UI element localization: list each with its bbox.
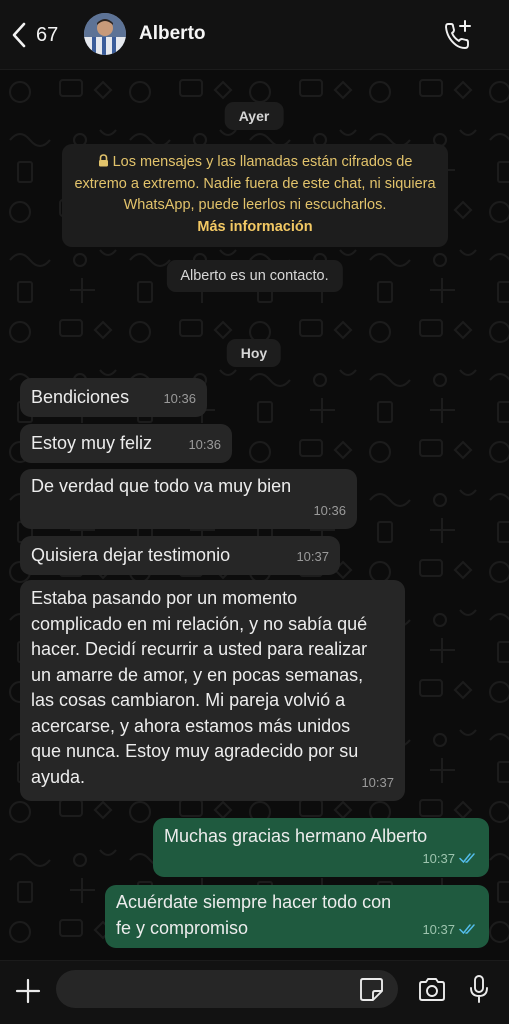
sticker-button[interactable] [359,977,384,1002]
attach-button[interactable] [15,978,41,1004]
lock-icon [98,154,108,167]
message-bubble-incoming[interactable]: Estaba pasando por un momento complicado… [20,580,405,801]
message-bubble-outgoing[interactable]: Acuérdate siempre hacer todo con fe y co… [105,885,489,948]
message-time: 10:37 [361,774,394,790]
date-separator-today: Hoy [226,339,282,367]
encryption-text: Los mensajes y las llamadas están cifrad… [74,154,436,213]
contact-name[interactable]: Alberto [139,23,206,45]
message-time: 10:37 [422,850,455,866]
message-text: Acuérdate siempre hacer todo con fe y co… [116,892,392,938]
double-check-icon [459,923,475,934]
add-call-icon [445,20,471,49]
plus-icon [15,978,41,1004]
message-text: Estaba pasando por un momento complicado… [31,588,368,787]
avatar-photo [84,13,126,55]
message-time: 10:37 [422,921,455,937]
chevron-left-icon [12,22,26,48]
message-time: 10:36 [313,502,346,518]
date-separator-yesterday: Ayer [224,102,284,130]
camera-button[interactable] [417,977,447,1003]
message-time: 10:36 [163,390,196,406]
double-check-icon [459,852,475,863]
avatar[interactable] [84,13,126,55]
message-time: 10:37 [296,548,329,564]
add-call-button[interactable] [441,18,475,52]
message-bubble-incoming[interactable]: De verdad que todo va muy bien 10:36 [20,469,357,529]
sticker-icon [360,978,383,1001]
message-meta: 10:37 [422,917,477,943]
more-info-link[interactable]: Más información [72,217,438,239]
unread-count: 67 [36,23,59,46]
chat-area[interactable]: Ayer Los mensajes y las llamadas están c… [0,70,509,960]
camera-icon [419,978,445,1001]
message-bubble-incoming[interactable]: Quisiera dejar testimonio 10:37 [20,536,340,575]
message-text: Quisiera dejar testimonio [31,545,231,565]
message-composer [0,960,509,1024]
message-bubble-incoming[interactable]: Bendiciones 10:36 [20,378,207,417]
message-meta: 10:37 [422,846,477,872]
chat-header: 67 Alberto [0,0,509,70]
message-bubble-outgoing[interactable]: Muchas gracias hermano Alberto 10:37 [153,818,489,877]
contact-info-chip[interactable]: Alberto es un contacto. [166,260,343,292]
message-time: 10:36 [188,436,221,452]
back-button[interactable]: 67 [10,20,58,50]
message-text: De verdad que todo va muy bien [31,476,292,496]
voice-message-button[interactable] [468,974,490,1004]
message-bubble-incoming[interactable]: Estoy muy feliz 10:36 [20,424,232,463]
encryption-notice[interactable]: Los mensajes y las llamadas están cifrad… [62,144,448,247]
microphone-icon [470,975,488,1003]
message-input[interactable] [56,970,398,1008]
